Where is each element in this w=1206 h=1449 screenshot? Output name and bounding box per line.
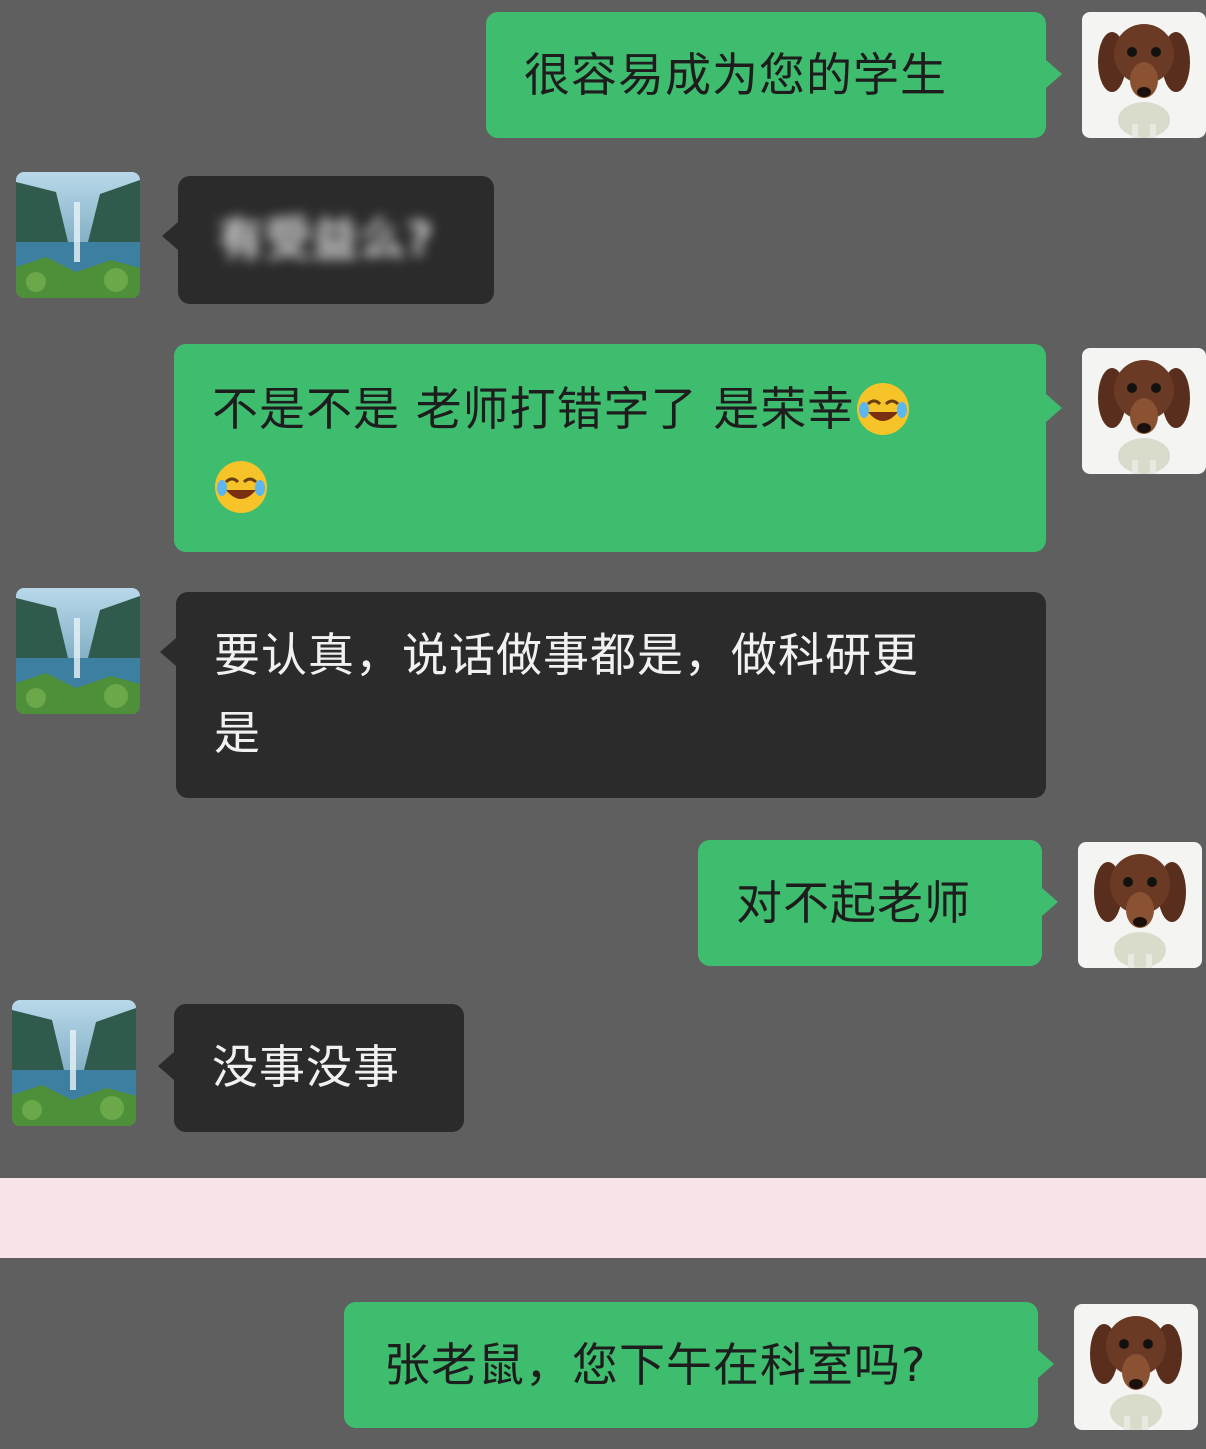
message-bubble-outgoing[interactable]: 张老鼠，您下午在科室吗? [344,1302,1038,1428]
avatar-me[interactable] [1078,842,1202,968]
avatar-teacher[interactable] [12,1000,136,1126]
mountain-lake-avatar-icon [12,1000,136,1126]
bubble-tail [162,222,178,250]
message-text-blurred: 有受益么? [218,212,434,266]
laughing-crying-emoji-icon [854,380,912,438]
avatar-me[interactable] [1082,348,1206,474]
message-bubble-incoming[interactable]: 没事没事 [174,1004,464,1132]
bubble-tail [1042,888,1058,916]
message-bubble-outgoing[interactable]: 很容易成为您的学生 [486,12,1046,138]
message-bubble-outgoing[interactable]: 不是不是 老师打错字了 是荣幸 [174,344,1046,552]
dachshund-avatar-icon [1074,1304,1198,1430]
bubble-tail [160,638,176,666]
dachshund-avatar-icon [1078,842,1202,968]
message-text-line: 是 [214,706,261,760]
message-text: 不是不是 老师打错字了 是荣幸 [212,382,855,436]
message-bubble-incoming[interactable]: 要认真，说话做事都是，做科研更 是 [176,592,1046,798]
bubble-tail [1046,394,1062,422]
message-text: 没事没事 [212,1040,400,1094]
bubble-tail [1046,60,1062,88]
message-text: 对不起老师 [736,876,971,930]
avatar-me[interactable] [1074,1304,1198,1430]
divider-band [0,1178,1206,1258]
dachshund-avatar-icon [1082,348,1206,474]
mountain-lake-avatar-icon [16,588,140,714]
message-bubble-incoming[interactable]: 有受益么? [178,176,494,304]
avatar-teacher[interactable] [16,172,140,298]
mountain-lake-avatar-icon [16,172,140,298]
laughing-crying-emoji-icon [212,458,270,516]
message-text: 很容易成为您的学生 [524,48,947,102]
avatar-teacher[interactable] [16,588,140,714]
message-text-line: 要认真，说话做事都是，做科研更 [214,628,919,682]
message-bubble-outgoing[interactable]: 对不起老师 [698,840,1042,966]
bubble-tail [158,1052,174,1080]
avatar-me[interactable] [1082,12,1206,138]
bubble-tail [1038,1350,1054,1378]
dachshund-avatar-icon [1082,12,1206,138]
message-text: 张老鼠，您下午在科室吗? [384,1338,927,1392]
